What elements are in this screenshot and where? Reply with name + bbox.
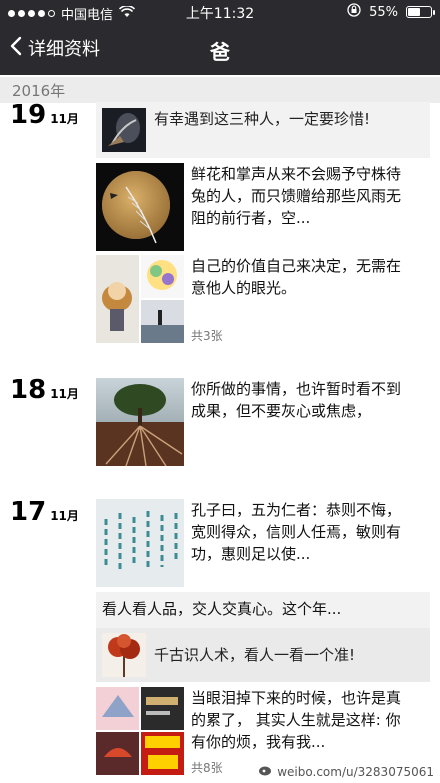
moment-post[interactable]: 自己的价值自己来决定，无需在意他人的眼光。 共3张 [96,255,430,347]
post-text: 自己的价值自己来决定，无需在意他人的眼光。 [191,257,402,297]
watermark: weibo.com/u/3283075061 [259,764,434,779]
post-image-collage [96,687,184,775]
post-image [96,163,184,251]
post-text: 鲜花和掌声从来不会赐予守株待兔的人，而只馈赠给那些风雨无阻的前行者，空... [191,165,402,227]
post-text: 孔子曰，五为仁者：恭则不悔，宽则得众，信则人任焉，敏则有功，惠则足以使... [191,501,402,563]
date-label: 17 11月 [10,497,79,527]
shared-article[interactable]: 有幸遇到这三种人，一定要珍惜! [96,102,430,158]
status-right: 55% [347,3,435,21]
status-bar: 中国电信 上午11:32 55% [0,0,440,24]
rotation-lock-icon [347,3,361,21]
moment-post-with-share[interactable]: 看人看人品，交人交真心。这个年... 千古识人术，看人一看一个准! [96,592,430,682]
day-group: 17 11月 孔子曰，五为仁者：恭则不悔，宽则得众，信则人任焉，敏则有功，惠则足… [0,497,440,777]
battery-icon [406,6,435,18]
day-group: 19 11月 有幸遇到这三种人，一定要珍惜! 鲜花和掌声从来不会赐予守株待兔的人… [0,100,440,355]
shared-article-title: 有幸遇到这三种人，一定要珍惜! [154,110,371,128]
post-text: 你所做的事情，也许暂时看不到成果，但不要灰心或焦虑， [191,380,402,420]
watermark-text: weibo.com/u/3283075061 [277,764,434,779]
moment-post[interactable]: 你所做的事情，也许暂时看不到成果，但不要灰心或焦虑， [96,378,430,468]
post-text: 看人看人品，交人交真心。这个年... [102,600,342,618]
moment-post[interactable]: 鲜花和掌声从来不会赐予守株待兔的人，而只馈赠给那些风雨无阻的前行者，空... [96,163,430,253]
shared-article-thumbnail [102,633,146,677]
image-count: 共3张 [191,329,223,343]
shared-article[interactable]: 千古识人术，看人一看一个准! [96,628,430,682]
shared-article-title: 千古识人术，看人一看一个准! [154,646,356,664]
date-day: 19 [10,100,47,130]
date-label: 18 11月 [10,375,79,405]
header-bar: 中国电信 上午11:32 55% 详细资料 爸 [0,0,440,75]
shared-article-thumbnail [102,108,146,152]
post-image [96,378,184,466]
moment-post[interactable]: 孔子曰，五为仁者：恭则不悔，宽则得众，信则人任焉，敏则有功，惠则足以使... [96,499,430,589]
page-title: 爸 [210,40,230,64]
weibo-icon [259,764,273,779]
post-text: 当眼泪掉下来的时候，也许是真的累了， 其实人生就是这样: 你有你的烦，我有我..… [191,689,402,751]
date-month: 11月 [50,509,79,523]
date-day: 18 [10,375,47,405]
date-label: 19 11月 [10,100,79,130]
year-label: 2016年 [12,82,66,100]
battery-percent: 55% [369,4,398,20]
date-day: 17 [10,497,47,527]
date-month: 11月 [50,112,79,126]
navigation-bar: 详细资料 爸 [0,24,440,75]
post-image-collage [96,255,184,343]
image-count: 共8张 [191,761,223,775]
day-group: 18 11月 你所做的事情，也许暂时看不到成果，但不要灰心或焦虑， [0,375,440,475]
post-image [96,499,184,587]
date-month: 11月 [50,387,79,401]
